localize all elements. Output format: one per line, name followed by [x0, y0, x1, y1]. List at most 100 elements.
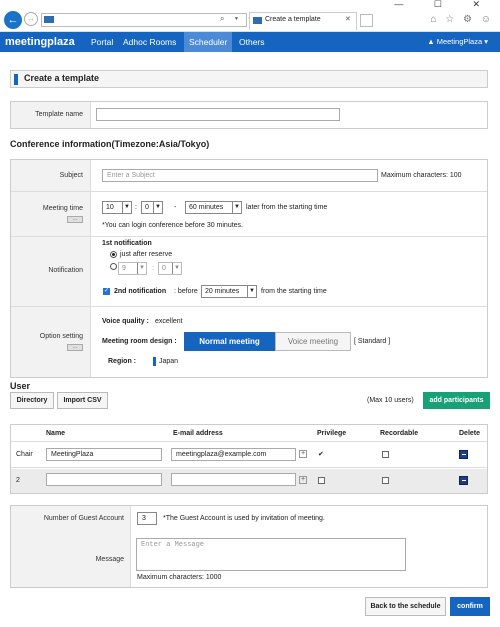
participant-email-input[interactable]: meetingplaza@example.com [171, 448, 296, 461]
from-start-text: from the starting time [261, 288, 327, 295]
meeting-hour-value: 10 [106, 204, 114, 211]
col-privilege: Privilege [317, 430, 347, 437]
confirm-button[interactable]: confirm [450, 597, 490, 616]
divider [11, 306, 487, 307]
address-book-plus-icon[interactable]: + [299, 450, 307, 458]
chevron-down-icon: ▼ [172, 263, 181, 274]
region-marker [153, 357, 156, 366]
subject-label: Subject [59, 172, 83, 179]
room-design-label: Meeting room design : [102, 338, 177, 345]
chevron-down-icon: ▼ [247, 286, 256, 297]
forward-arrow-icon[interactable]: → [24, 12, 38, 26]
option-setting-label: Option setting [39, 333, 83, 340]
nav-others[interactable]: Others [234, 32, 270, 52]
col-name: Name [46, 430, 66, 437]
before-text: : before [174, 288, 198, 295]
region-value: Japan [159, 358, 179, 365]
notification-label: Notification [48, 267, 83, 274]
nav-portal[interactable]: Portal [86, 32, 118, 52]
notif-hour-select[interactable]: 9 ▼ [118, 262, 147, 275]
delete-row-icon[interactable] [459, 450, 468, 459]
notif-hour-value: 9 [122, 265, 126, 272]
back-to-schedule-button[interactable]: Back to the schedule [365, 597, 446, 616]
address-book-plus-icon[interactable]: + [299, 476, 307, 484]
user-heading: User [10, 381, 31, 391]
subject-max-chars: Maximum characters: 100 [381, 172, 462, 179]
notif-minute-value: 0 [162, 265, 166, 272]
directory-button[interactable]: Directory [10, 392, 54, 409]
time-dash: - [174, 204, 177, 211]
just-after-reserve-radio[interactable] [110, 251, 117, 258]
recordable-checkbox[interactable] [382, 477, 389, 484]
meeting-duration-value: 60 minutes [189, 204, 224, 211]
nav-scheduler[interactable]: Scheduler [184, 32, 233, 52]
notif-colon: : [152, 265, 154, 272]
tab-title: Create a template [265, 16, 321, 23]
max-users-text: (Max 10 users) [367, 397, 414, 404]
second-notif-minutes-select[interactable]: 20 minutes ▼ [201, 285, 257, 298]
address-bar[interactable] [41, 13, 247, 27]
chevron-down-icon: ▼ [122, 202, 131, 213]
browser-tools-icon[interactable]: ⌂ ☆ ⚙ ☺ [430, 14, 494, 25]
meeting-time-picker-button[interactable]: ... [67, 216, 83, 223]
col-recordable: Recordable [380, 430, 419, 437]
later-text: later from the starting time [246, 204, 328, 211]
col-delete: Delete [459, 430, 481, 437]
message-textarea[interactable]: Enter a Message [136, 538, 406, 571]
notif-minute-select[interactable]: 0 ▼ [158, 262, 182, 275]
second-notification-label: 2nd notification [114, 288, 167, 295]
privilege-check: ✔ [318, 451, 324, 458]
region-label: Region : [108, 358, 136, 365]
meeting-time-label: Meeting time [42, 205, 83, 212]
guest-count-value: 3 [142, 515, 146, 522]
second-notif-minutes-value: 20 minutes [205, 288, 240, 295]
login-note: *You can login conference before 30 minu… [102, 222, 244, 229]
standard-option[interactable]: [ Standard ] [354, 338, 390, 345]
user-menu[interactable]: ▲ MeetingPlaza ▾ [427, 32, 488, 52]
just-after-reserve-label: just after reserve [120, 251, 173, 258]
participant-email-input[interactable] [171, 473, 296, 486]
divider [11, 236, 487, 237]
meeting-minute-value: 0 [145, 204, 149, 211]
voice-quality-value: excellent [155, 318, 183, 325]
back-arrow-icon[interactable]: ← [4, 11, 22, 29]
chevron-down-icon: ▼ [232, 202, 241, 213]
delete-row-icon[interactable] [459, 476, 468, 485]
new-tab-button[interactable] [360, 14, 373, 27]
col-email: E-mail address [173, 430, 223, 437]
import-csv-button[interactable]: Import CSV [57, 392, 108, 409]
voice-meeting-button[interactable]: Voice meeting [275, 332, 351, 351]
title-accent-bar [14, 74, 18, 85]
message-max-chars: Maximum characters: 1000 [137, 574, 222, 581]
time-colon: : [135, 204, 137, 211]
first-notification-label: 1st notification [102, 240, 152, 247]
meeting-duration-select[interactable]: 60 minutes ▼ [185, 201, 242, 214]
meeting-minute-select[interactable]: 0 ▼ [141, 201, 163, 214]
guest-account-label: Number of Guest Account [43, 515, 124, 522]
recordable-checkbox[interactable] [382, 451, 389, 458]
option-setting-button[interactable]: ... [67, 344, 83, 351]
tab-close-icon[interactable]: ✕ [345, 15, 351, 23]
second-notification-checkbox[interactable]: ✓ [103, 288, 110, 295]
nav-adhoc-rooms[interactable]: Adhoc Rooms [118, 32, 181, 52]
window-controls[interactable]: — ☐ ✕ [394, 0, 494, 10]
privilege-checkbox[interactable] [318, 477, 325, 484]
row-role: Chair [16, 451, 33, 458]
template-name-label: Template name [35, 111, 83, 118]
chevron-down-icon: ▼ [153, 202, 162, 213]
chevron-down-icon: ▼ [137, 263, 146, 274]
add-participants-button[interactable]: add participants [423, 392, 490, 409]
conference-heading: Conference information(Timezone:Asia/Tok… [10, 139, 210, 149]
template-name-input[interactable] [96, 108, 340, 121]
guest-count-select[interactable]: 3 [137, 512, 157, 525]
custom-time-radio[interactable] [110, 263, 117, 270]
message-placeholder: Enter a Message [141, 541, 205, 549]
meetingplaza-logo[interactable]: meetingplaza [5, 36, 75, 48]
subject-placeholder: Enter a Subject [107, 172, 155, 179]
meeting-hour-select[interactable]: 10 ▼ [102, 201, 132, 214]
guest-note: *The Guest Account is used by invitation… [163, 515, 325, 522]
normal-meeting-button[interactable]: Normal meeting [184, 332, 275, 351]
participant-name-input[interactable] [46, 473, 162, 486]
participant-name-input[interactable]: MeetingPlaza [46, 448, 162, 461]
subject-input[interactable]: Enter a Subject [102, 169, 378, 182]
